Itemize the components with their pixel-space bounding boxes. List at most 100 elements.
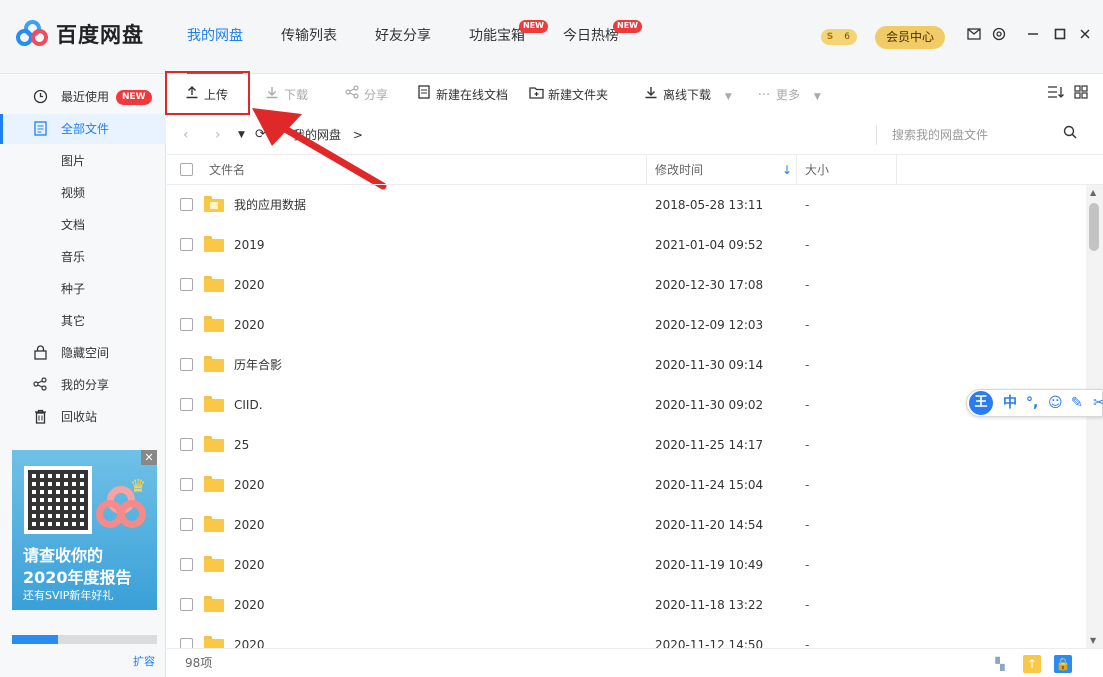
row-checkbox[interactable] bbox=[180, 358, 193, 371]
row-checkbox[interactable] bbox=[180, 478, 193, 491]
ime-mode-toggle[interactable]: 中 bbox=[1003, 394, 1017, 412]
file-name[interactable]: CIID. bbox=[234, 385, 263, 425]
coin-badge[interactable]: S 6 bbox=[821, 29, 857, 45]
new-folder-button[interactable]: 新建文件夹 bbox=[528, 75, 608, 115]
maximize-icon[interactable] bbox=[1051, 27, 1069, 45]
ime-logo-icon[interactable]: 王 bbox=[969, 391, 993, 415]
table-row[interactable]: 2019 2021-01-04 09:52 - bbox=[167, 225, 1085, 265]
column-header-name[interactable]: 文件名 bbox=[209, 155, 245, 185]
file-name[interactable]: 2020 bbox=[234, 625, 265, 648]
lock-icon[interactable]: 🔒 bbox=[1054, 655, 1072, 673]
table-row[interactable]: CIID. 2020-11-30 09:02 - bbox=[167, 385, 1085, 425]
file-name[interactable]: 2020 bbox=[234, 545, 265, 585]
expand-storage-link[interactable]: 扩容 bbox=[133, 653, 155, 669]
search-icon[interactable] bbox=[1063, 125, 1077, 143]
sidebar-item-music[interactable]: 音乐 bbox=[0, 242, 166, 272]
column-header-size[interactable]: 大小 bbox=[805, 155, 829, 185]
emoji-icon[interactable]: ☺ bbox=[1048, 394, 1063, 412]
folder-icon bbox=[204, 236, 224, 252]
sidebar-item-recycle-bin[interactable]: 回收站 bbox=[0, 402, 166, 432]
upload-folder-icon[interactable]: ↑ bbox=[1023, 655, 1041, 673]
clock-icon bbox=[32, 89, 48, 105]
table-row[interactable]: 历年合影 2020-11-30 09:14 - bbox=[167, 345, 1085, 385]
sidebar-item-all-files[interactable]: 全部文件 bbox=[0, 114, 166, 144]
pen-icon[interactable]: ✎ bbox=[1071, 394, 1083, 412]
file-name[interactable]: 2020 bbox=[234, 265, 265, 305]
table-row[interactable]: 2020 2020-12-30 17:08 - bbox=[167, 265, 1085, 305]
folder-icon bbox=[204, 316, 224, 332]
sidebar-item-videos[interactable]: 视频 bbox=[0, 178, 166, 208]
sidebar-item-torrents[interactable]: 种子 bbox=[0, 274, 166, 304]
ad-close-button[interactable]: ✕ bbox=[141, 450, 157, 465]
annual-report-ad-banner[interactable]: ♛ 请查收你的 2020年度报告 还有SVIP新年好礼 bbox=[12, 450, 157, 610]
tab-daily-hot[interactable]: 今日热榜 NEW bbox=[546, 0, 642, 74]
row-checkbox[interactable] bbox=[180, 278, 193, 291]
file-name[interactable]: 2020 bbox=[234, 505, 265, 545]
row-checkbox[interactable] bbox=[180, 438, 193, 451]
row-checkbox[interactable] bbox=[180, 318, 193, 331]
search-input[interactable] bbox=[892, 124, 1062, 146]
sidebar-item-other[interactable]: 其它 bbox=[0, 306, 166, 336]
app-name: 百度网盘 bbox=[56, 23, 144, 47]
tab-my-drive[interactable]: 我的网盘 bbox=[170, 0, 260, 74]
file-name[interactable]: 2020 bbox=[234, 585, 265, 625]
column-header-modified[interactable]: 修改时间 bbox=[655, 155, 703, 185]
table-row[interactable]: 2020 2020-11-24 15:04 - bbox=[167, 465, 1085, 505]
table-row[interactable]: 25 2020-11-25 14:17 - bbox=[167, 425, 1085, 465]
file-name[interactable]: 25 bbox=[234, 425, 249, 465]
file-name[interactable]: 历年合影 bbox=[234, 345, 282, 385]
row-checkbox[interactable] bbox=[180, 238, 193, 251]
scroll-up-icon[interactable]: ▲ bbox=[1090, 188, 1096, 197]
row-checkbox[interactable] bbox=[180, 198, 193, 211]
sidebar-item-my-shares[interactable]: 我的分享 bbox=[0, 370, 166, 400]
row-checkbox[interactable] bbox=[180, 638, 193, 648]
sidebar-item-hidden-space[interactable]: 隐藏空间 bbox=[0, 338, 166, 368]
table-row[interactable]: 2020 2020-11-12 14:50 - bbox=[167, 625, 1085, 648]
row-checkbox[interactable] bbox=[180, 558, 193, 571]
file-name[interactable]: 2020 bbox=[234, 465, 265, 505]
file-size: - bbox=[805, 318, 810, 332]
punctuation-icon[interactable]: °, bbox=[1026, 394, 1038, 412]
tab-toolbox[interactable]: 功能宝箱 NEW bbox=[452, 0, 548, 74]
row-checkbox[interactable] bbox=[180, 598, 193, 611]
new-online-doc-button[interactable]: 新建在线文档 bbox=[416, 75, 508, 115]
row-checkbox[interactable] bbox=[180, 518, 193, 531]
apps-icon[interactable]: ▚ bbox=[991, 655, 1009, 673]
file-name[interactable]: 我的应用数据 bbox=[234, 185, 306, 225]
select-all-checkbox[interactable] bbox=[180, 163, 193, 176]
table-row[interactable]: 2020 2020-11-20 14:54 - bbox=[167, 505, 1085, 545]
sort-list-button[interactable] bbox=[1047, 75, 1064, 115]
file-size: - bbox=[805, 238, 810, 252]
close-icon[interactable] bbox=[1076, 27, 1094, 45]
forward-icon[interactable]: › bbox=[215, 125, 221, 145]
table-row[interactable]: 2020 2020-12-09 12:03 - bbox=[167, 305, 1085, 345]
row-checkbox[interactable] bbox=[180, 398, 193, 411]
scroll-down-icon[interactable]: ▼ bbox=[1090, 636, 1096, 645]
mail-icon[interactable] bbox=[965, 27, 983, 45]
sidebar-item-documents[interactable]: 文档 bbox=[0, 210, 166, 240]
sidebar-item-images[interactable]: 图片 bbox=[0, 146, 166, 176]
tools-icon[interactable]: ✂ bbox=[1093, 394, 1103, 412]
vip-center-button[interactable]: 会员中心 bbox=[875, 26, 945, 49]
table-row[interactable]: 我的应用数据 2018-05-28 13:11 - bbox=[167, 185, 1085, 225]
tab-transfer-list[interactable]: 传输列表 bbox=[264, 0, 354, 74]
main-nav: 我的网盘 传输列表 好友分享 功能宝箱 NEW 今日热榜 NEW bbox=[170, 0, 642, 74]
chevron-down-icon[interactable]: ▼ bbox=[725, 92, 732, 102]
back-icon[interactable]: ‹ bbox=[183, 125, 189, 145]
file-name[interactable]: 2020 bbox=[234, 305, 265, 345]
history-dropdown-icon[interactable]: ▼ bbox=[238, 125, 245, 145]
settings-icon[interactable] bbox=[990, 27, 1008, 45]
sidebar-item-recent[interactable]: 最近使用 NEW bbox=[0, 82, 166, 112]
scroll-thumb[interactable] bbox=[1089, 203, 1099, 251]
table-row[interactable]: 2020 2020-11-19 10:49 - bbox=[167, 545, 1085, 585]
ime-toolbar[interactable]: 王 中 °, ☺ ✎ ✂ bbox=[966, 389, 1103, 417]
minimize-icon[interactable] bbox=[1024, 27, 1042, 45]
grid-view-button[interactable] bbox=[1074, 75, 1088, 115]
offline-download-button[interactable]: 离线下载 ▼ bbox=[643, 75, 732, 115]
app-logo: 百度网盘 bbox=[16, 19, 144, 49]
more-button[interactable]: ··· 更多 ▼ bbox=[756, 75, 821, 115]
table-row[interactable]: 2020 2020-11-18 13:22 - bbox=[167, 585, 1085, 625]
tab-friend-share[interactable]: 好友分享 bbox=[358, 0, 448, 74]
file-name[interactable]: 2019 bbox=[234, 225, 265, 265]
sort-desc-icon: ↓ bbox=[782, 163, 793, 177]
